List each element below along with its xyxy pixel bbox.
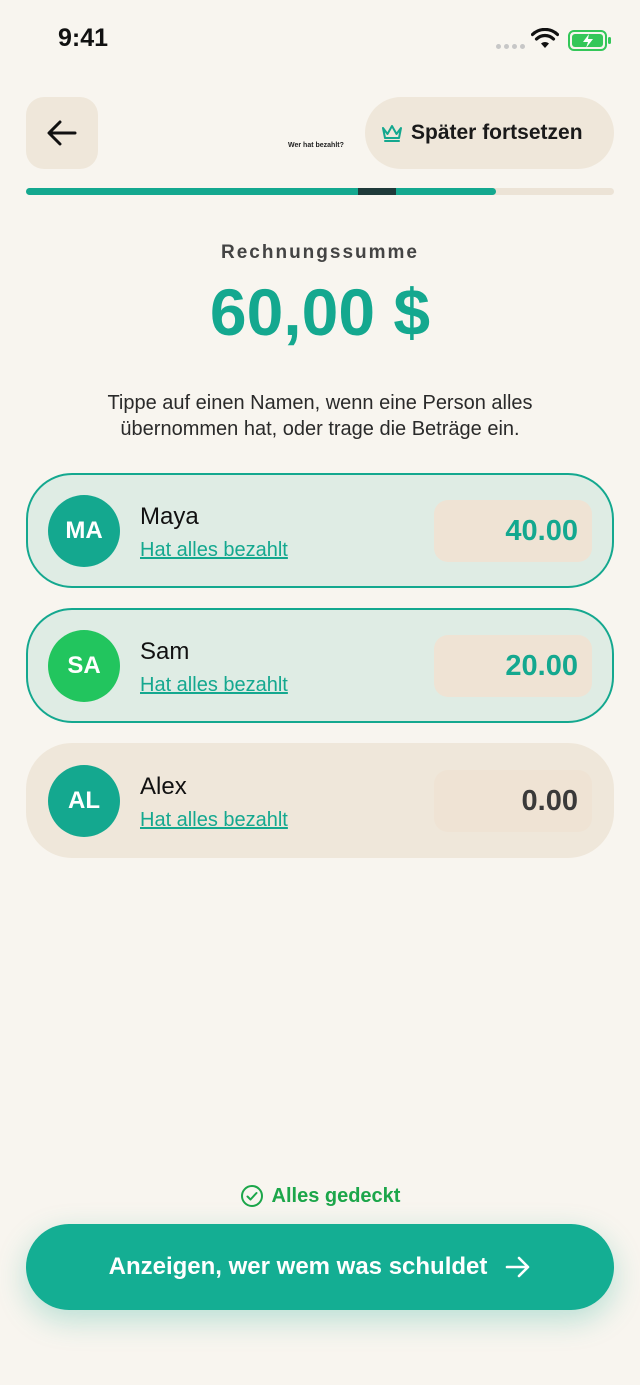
avatar: SA bbox=[48, 630, 120, 702]
status-time: 9:41 bbox=[58, 24, 109, 52]
continue-later-button[interactable]: Später fortsetzen bbox=[365, 97, 614, 169]
paid-all-link[interactable]: Hat alles bezahlt bbox=[140, 674, 288, 697]
coverage-status-label: Alles gedeckt bbox=[271, 1184, 401, 1207]
person-card-sam[interactable]: SA Sam Hat alles bezahlt 20.00 bbox=[26, 608, 614, 723]
person-name: Maya bbox=[140, 503, 199, 530]
battery-charging-icon bbox=[568, 30, 611, 51]
amount-input[interactable]: 20.00 bbox=[434, 635, 592, 697]
progress-fill bbox=[26, 188, 497, 195]
paid-all-link[interactable]: Hat alles bezahlt bbox=[140, 809, 288, 832]
progress-current-step-marker bbox=[358, 188, 396, 195]
person-card-maya[interactable]: MA Maya Hat alles bezahlt 40.00 bbox=[26, 473, 614, 588]
person-card-alex[interactable]: AL Alex Hat alles bezahlt 0.00 bbox=[26, 743, 614, 858]
wifi-icon bbox=[531, 28, 559, 48]
amount-input[interactable]: 40.00 bbox=[434, 500, 592, 562]
avatar: AL bbox=[48, 765, 120, 837]
cellular-signal-icon bbox=[496, 44, 525, 49]
status-bar: 9:41 bbox=[0, 0, 640, 80]
continue-later-label: Später fortsetzen bbox=[411, 121, 583, 144]
avatar: MA bbox=[48, 495, 120, 567]
coverage-status: Alles gedeckt bbox=[0, 1184, 640, 1208]
show-who-owes-label: Anzeigen, wer wem was schuldet bbox=[108, 1253, 488, 1280]
bill-total-label: Rechnungssumme bbox=[221, 242, 419, 263]
show-who-owes-button[interactable]: Anzeigen, wer wem was schuldet bbox=[26, 1224, 614, 1310]
paid-all-link[interactable]: Hat alles bezahlt bbox=[140, 539, 288, 562]
check-circle-icon bbox=[240, 1185, 263, 1207]
arrow-right-icon bbox=[506, 1256, 530, 1278]
person-name: Alex bbox=[140, 773, 187, 800]
bill-total-amount: 60,00 $ bbox=[209, 275, 431, 349]
arrow-left-icon bbox=[47, 120, 77, 146]
person-name: Sam bbox=[140, 638, 190, 665]
instructions-text: Tippe auf einen Namen, wenn eine Person … bbox=[107, 392, 533, 440]
back-button[interactable] bbox=[26, 97, 98, 169]
progress-bar bbox=[26, 188, 614, 195]
crown-icon bbox=[382, 125, 402, 142]
amount-input[interactable]: 0.00 bbox=[434, 770, 592, 832]
step-label: Wer hat bezahlt? bbox=[288, 142, 344, 149]
